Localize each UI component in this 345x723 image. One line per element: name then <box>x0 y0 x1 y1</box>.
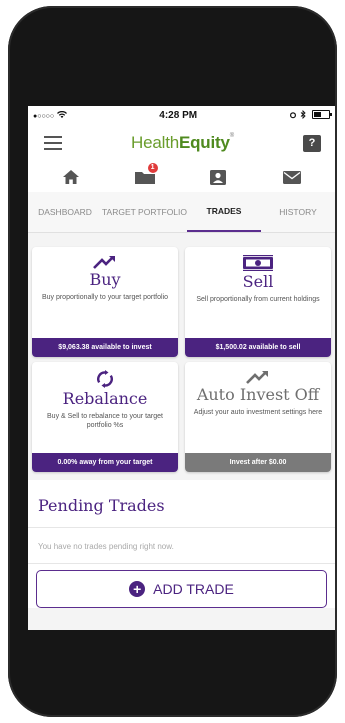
auto-invest-card-description: Adjust your auto investment settings her… <box>193 409 323 416</box>
signal-indicator: ●○○○○ <box>33 110 67 121</box>
auto-invest-card[interactable]: Auto Invest Off Adjust your auto investm… <box>185 362 331 472</box>
status-bar: ●○○○○ 4:28 PM <box>28 106 335 124</box>
folder-button[interactable]: 1 <box>130 163 160 188</box>
buy-card-title: Buy <box>89 270 121 289</box>
rebalance-card-footer: 0.00% away from your target <box>32 453 178 472</box>
add-trade-button[interactable]: + ADD TRADE <box>36 570 327 608</box>
pending-trades-title: Pending Trades <box>28 480 335 528</box>
sell-card[interactable]: Sell Sell proportionally from current ho… <box>185 247 331 357</box>
bluetooth-icon <box>300 110 306 120</box>
section-tabs: DASHBOARD TARGET PORTFOLIO TRADES HISTOR… <box>28 192 335 233</box>
rebalance-card-description: Buy & Sell to rebalance to your target p… <box>47 413 163 429</box>
envelope-icon <box>283 170 302 184</box>
rebalance-card-title: Rebalance <box>62 389 148 408</box>
app-screen: ●○○○○ 4:28 PM HealthEquity® ? 1 DASHBOAR… <box>28 106 335 630</box>
brand-part-b: Equity <box>178 133 230 152</box>
pending-trades-empty-message: You have no trades pending right now. <box>28 528 335 564</box>
trending-up-icon <box>246 371 268 384</box>
profile-button[interactable] <box>203 166 233 188</box>
healthequity-logo: HealthEquity® <box>131 133 234 152</box>
plus-circle-icon: + <box>129 581 146 597</box>
status-right <box>289 110 332 121</box>
alarm-icon <box>290 112 297 119</box>
sell-card-description: Sell proportionally from current holding… <box>196 296 320 303</box>
home-button[interactable] <box>56 166 86 188</box>
profile-card-icon <box>210 169 227 185</box>
auto-invest-card-title: Auto Invest Off <box>196 385 320 404</box>
notification-badge: 1 <box>147 163 158 173</box>
app-header: HealthEquity® ? <box>28 124 335 162</box>
sync-icon <box>97 370 113 388</box>
icon-nav-bar: 1 <box>28 162 335 192</box>
clock: 4:28 PM <box>159 109 198 121</box>
cash-icon <box>243 255 273 271</box>
trending-up-icon <box>93 256 115 269</box>
signal-dots: ●○○○○ <box>33 112 55 120</box>
add-trade-label: ADD TRADE <box>153 581 234 597</box>
buy-card-description: Buy proportionally to your target portfo… <box>41 294 169 301</box>
tab-target-portfolio[interactable]: TARGET PORTFOLIO <box>102 192 187 232</box>
tab-trades[interactable]: TRADES <box>187 192 262 232</box>
battery-icon <box>312 110 332 120</box>
messages-button[interactable] <box>277 166 307 188</box>
tab-history[interactable]: HISTORY <box>261 192 335 232</box>
pending-trades-section: Pending Trades You have no trades pendin… <box>28 480 335 608</box>
tab-dashboard[interactable]: DASHBOARD <box>28 192 102 232</box>
buy-card[interactable]: Buy Buy proportionally to your target po… <box>32 247 178 357</box>
sell-card-footer: $1,500.02 available to sell <box>185 338 331 357</box>
brand-part-a: Health <box>131 133 179 152</box>
buy-card-footer: $9,063.38 available to invest <box>32 338 178 357</box>
home-icon <box>62 170 79 184</box>
menu-icon[interactable] <box>44 136 62 150</box>
wifi-icon <box>56 110 67 118</box>
rebalance-card[interactable]: Rebalance Buy & Sell to rebalance to you… <box>32 362 178 472</box>
auto-invest-card-footer: Invest after $0.00 <box>185 453 331 472</box>
trade-action-cards: Buy Buy proportionally to your target po… <box>28 233 335 472</box>
sell-card-title: Sell <box>242 272 274 291</box>
help-button[interactable]: ? <box>303 134 321 152</box>
